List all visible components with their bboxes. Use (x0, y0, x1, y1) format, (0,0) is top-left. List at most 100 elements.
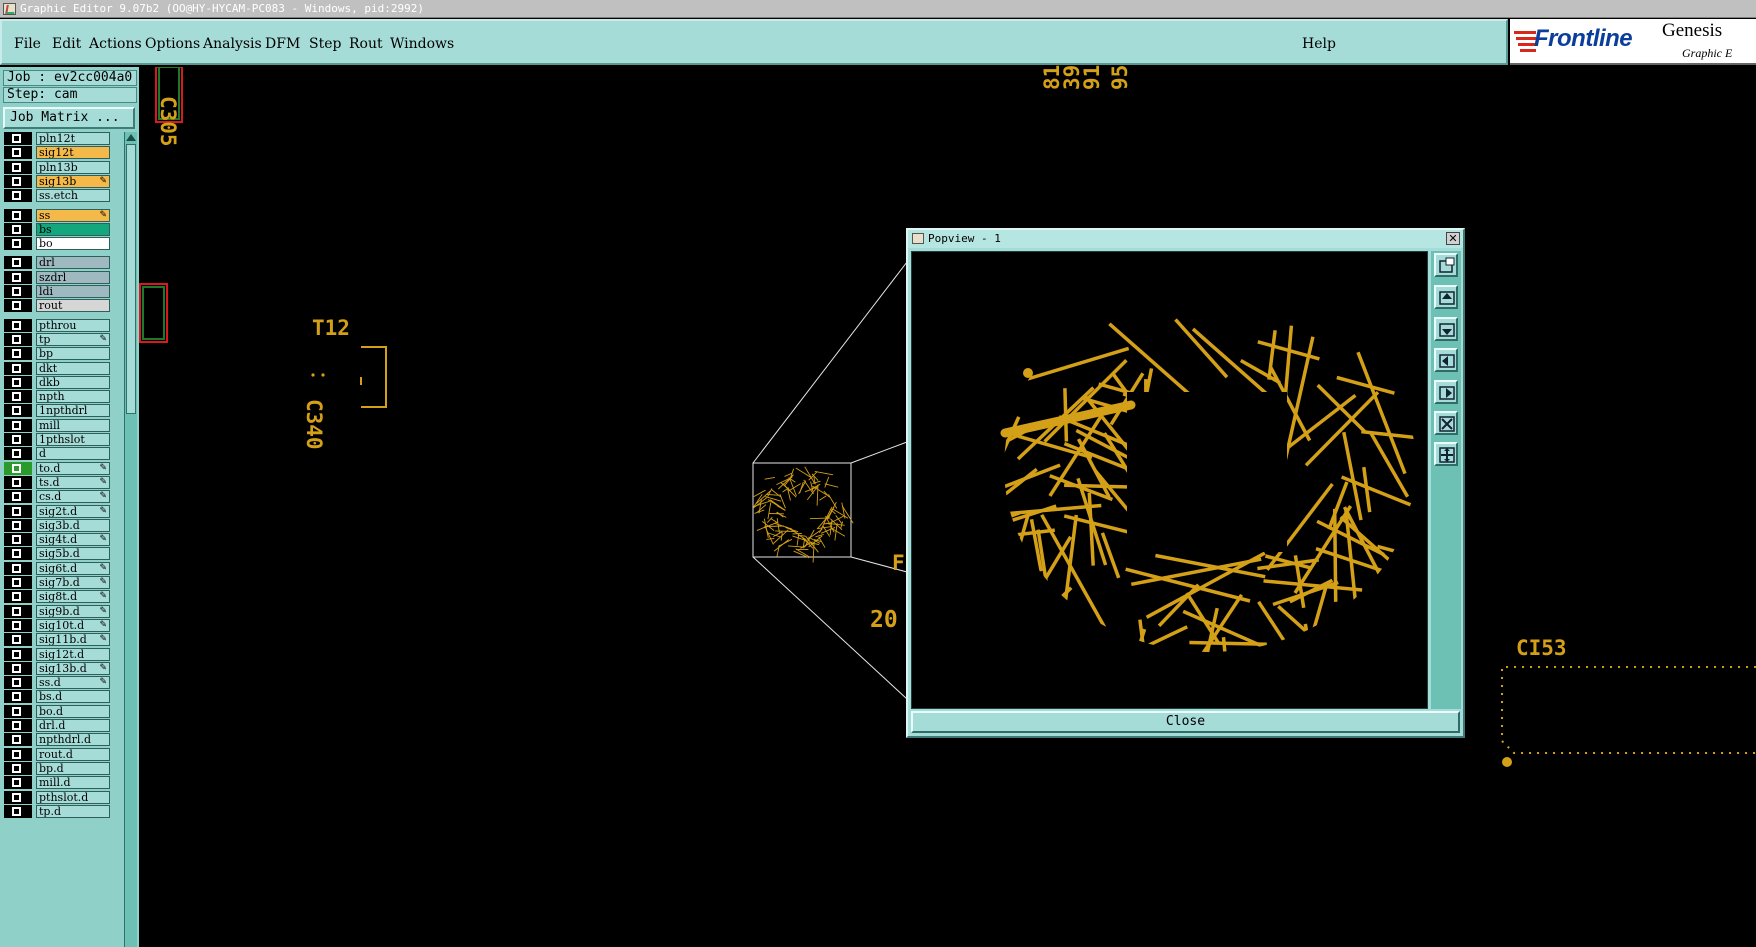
layer-name[interactable]: ts.d ✎ (36, 475, 110, 489)
menu-analysis[interactable]: Analysis (203, 36, 262, 52)
menu-dfm[interactable]: DFM (265, 36, 300, 52)
layer-checkbox[interactable] (4, 761, 32, 775)
layer-name[interactable]: pthrou (36, 318, 110, 332)
layer-checkbox[interactable] (4, 719, 32, 732)
layer-checkbox[interactable] (4, 160, 32, 174)
layer-row[interactable]: sig3b.d (2, 518, 122, 532)
pan-down-button[interactable] (1434, 317, 1458, 341)
layer-row[interactable]: bs.d (2, 690, 122, 704)
layer-name[interactable]: mill.d (36, 776, 110, 790)
layer-checkbox[interactable] (4, 475, 32, 489)
layer-row[interactable]: d (2, 447, 122, 461)
layer-row[interactable]: dkt (2, 361, 122, 375)
layer-row[interactable]: sig9b.d ✎ (2, 604, 122, 618)
layer-row[interactable]: sig13b ✎ (2, 174, 122, 188)
layer-checkbox[interactable] (4, 285, 32, 298)
layer-row[interactable]: sig4t.d ✎ (2, 533, 122, 547)
layer-row[interactable]: mill.d (2, 776, 122, 790)
layer-checkbox[interactable] (4, 332, 32, 346)
layer-checkbox[interactable] (4, 237, 32, 251)
pan-right-button[interactable] (1434, 380, 1458, 404)
layer-name[interactable]: sig5b.d (36, 547, 110, 561)
layer-row[interactable]: drl.d (2, 719, 122, 732)
layer-name[interactable]: sig13b ✎ (36, 174, 110, 188)
layer-row[interactable]: pthslot.d (2, 790, 122, 804)
layer-name[interactable]: dkb (36, 375, 110, 389)
layer-row[interactable]: rout.d (2, 747, 122, 761)
layer-name[interactable]: sig2t.d ✎ (36, 504, 110, 518)
menu-actions[interactable]: Actions (89, 36, 142, 52)
layer-row[interactable]: npthdrl.d (2, 733, 122, 747)
layer-checkbox[interactable] (4, 518, 32, 532)
layer-name[interactable]: pthslot.d (36, 790, 110, 804)
layer-name[interactable]: pln13b (36, 160, 110, 174)
layer-checkbox[interactable] (4, 222, 32, 236)
layer-checkbox[interactable] (4, 375, 32, 389)
layer-row[interactable]: 1pthslot (2, 433, 122, 446)
layer-row[interactable]: sig11b.d ✎ (2, 633, 122, 647)
layer-name[interactable]: bs (36, 222, 110, 236)
popview-title-bar[interactable]: Popview - 1 ✕ (908, 230, 1463, 248)
layer-checkbox[interactable] (4, 590, 32, 604)
layer-row[interactable]: sig8t.d ✎ (2, 590, 122, 604)
layer-name[interactable]: bo (36, 237, 110, 251)
popview-canvas[interactable] (911, 251, 1428, 709)
layer-name[interactable]: ss.etch (36, 189, 110, 203)
layer-checkbox[interactable] (4, 576, 32, 589)
layer-row[interactable]: bo (2, 237, 122, 251)
zoom-in-button[interactable] (1434, 411, 1458, 435)
menu-windows[interactable]: Windows (390, 36, 454, 52)
layer-checkbox[interactable] (4, 647, 32, 661)
layer-name[interactable]: dkt (36, 361, 110, 375)
menu-rout[interactable]: Rout (349, 36, 383, 52)
layer-row[interactable]: ldi (2, 285, 122, 298)
layer-name[interactable]: mill (36, 418, 110, 432)
layer-name[interactable]: bo.d (36, 704, 110, 718)
layer-row[interactable]: sig13b.d ✎ (2, 661, 122, 675)
layer-checkbox[interactable] (4, 618, 32, 632)
layer-row[interactable]: ss ✎ (2, 208, 122, 222)
layer-checkbox[interactable] (4, 433, 32, 446)
menu-help[interactable]: Help (1302, 36, 1336, 52)
layer-row[interactable]: sig7b.d ✎ (2, 576, 122, 589)
layer-checkbox[interactable] (4, 146, 32, 160)
layer-name[interactable]: rout (36, 299, 110, 313)
layer-name[interactable]: sig6t.d ✎ (36, 561, 110, 575)
layer-name[interactable]: sig10t.d ✎ (36, 618, 110, 632)
layer-checkbox[interactable] (4, 504, 32, 518)
layer-checkbox[interactable] (4, 490, 32, 504)
job-matrix-button[interactable]: Job Matrix ... (3, 107, 135, 129)
layer-checkbox[interactable] (4, 561, 32, 575)
layer-name[interactable]: d (36, 447, 110, 461)
layer-name[interactable]: bp.d (36, 761, 110, 775)
layer-checkbox[interactable] (4, 189, 32, 203)
layer-name[interactable]: sig12t (36, 146, 110, 160)
layer-name[interactable]: to.d ✎ (36, 461, 110, 475)
popview-close-button[interactable]: Close (911, 711, 1460, 733)
layer-row[interactable]: drl (2, 256, 122, 270)
menu-options[interactable]: Options (145, 36, 200, 52)
layer-checkbox[interactable] (4, 547, 32, 561)
layer-row[interactable]: pthrou (2, 318, 122, 332)
layer-name[interactable]: sig13b.d ✎ (36, 661, 110, 675)
layer-checkbox[interactable] (4, 776, 32, 790)
layer-name[interactable]: 1npthdrl (36, 404, 110, 418)
layer-name[interactable]: sig8t.d ✎ (36, 590, 110, 604)
layer-name[interactable]: 1pthslot (36, 433, 110, 446)
layer-row[interactable]: bs (2, 222, 122, 236)
layer-row[interactable]: ts.d ✎ (2, 475, 122, 489)
layer-checkbox[interactable] (4, 676, 32, 690)
layer-checkbox[interactable] (4, 132, 32, 145)
layer-name[interactable]: cs.d ✎ (36, 490, 110, 504)
layer-row[interactable]: sig2t.d ✎ (2, 504, 122, 518)
layer-name[interactable]: drl (36, 256, 110, 270)
layer-name[interactable]: bs.d (36, 690, 110, 704)
layer-checkbox[interactable] (4, 604, 32, 618)
layer-name[interactable]: rout.d (36, 747, 110, 761)
layer-row[interactable]: bp (2, 347, 122, 361)
layer-name[interactable]: ss.d ✎ (36, 676, 110, 690)
layer-list-scrollbar[interactable] (124, 132, 137, 947)
menu-step[interactable]: Step (309, 36, 341, 52)
layer-name[interactable]: npthdrl.d (36, 733, 110, 747)
scrollbar-thumb[interactable] (126, 144, 136, 414)
